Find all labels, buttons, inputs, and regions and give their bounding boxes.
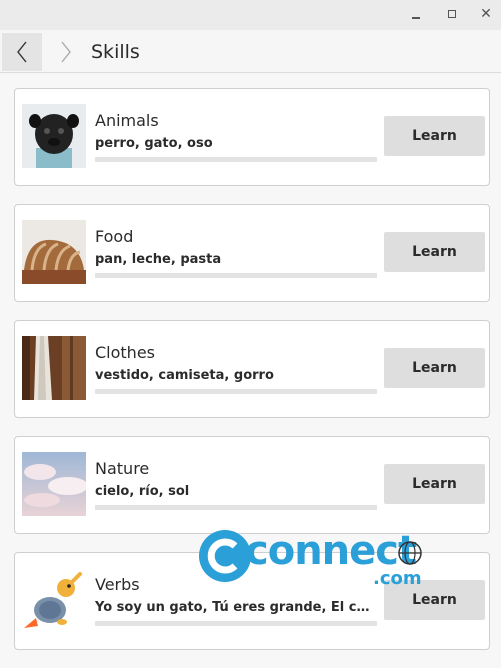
skill-name: Nature xyxy=(95,459,150,478)
skill-words: perro, gato, oso xyxy=(95,136,213,151)
skill-card-food: Food pan, leche, pasta Learn xyxy=(14,204,490,302)
chevron-right-icon xyxy=(61,41,71,63)
close-button[interactable]: ✕ xyxy=(472,0,500,28)
skill-card-animals: Animals perro, gato, oso Learn xyxy=(14,88,490,186)
minimize-icon xyxy=(412,17,420,19)
skill-progress-bar xyxy=(95,273,377,278)
learn-button-nature[interactable]: Learn xyxy=(384,464,485,504)
dress-on-wooden-door-photo xyxy=(22,336,86,400)
forward-button[interactable] xyxy=(46,33,86,71)
sliced-bread-photo xyxy=(22,220,86,284)
learn-button-animals[interactable]: Learn xyxy=(384,116,485,156)
back-button[interactable] xyxy=(2,33,42,71)
skill-progress-bar xyxy=(95,389,377,394)
pug-dog-photo xyxy=(22,104,86,168)
skill-progress-bar xyxy=(95,621,377,626)
turtle-rocket-cartoon xyxy=(22,568,86,632)
skill-name: Verbs xyxy=(95,575,140,594)
skills-list: Animals perro, gato, oso Learn Food pan,… xyxy=(14,88,492,668)
chevron-left-icon xyxy=(17,41,27,63)
maximize-icon xyxy=(448,10,456,18)
skill-progress-bar xyxy=(95,505,377,510)
minimize-button[interactable] xyxy=(402,0,430,28)
skill-card-nature: Nature cielo, río, sol Learn xyxy=(14,436,490,534)
skill-words: cielo, río, sol xyxy=(95,484,190,499)
skill-name: Animals xyxy=(95,111,159,130)
skill-progress-bar xyxy=(95,157,377,162)
close-icon: ✕ xyxy=(480,6,492,22)
learn-button-verbs[interactable]: Learn xyxy=(384,580,485,620)
skill-card-clothes: Clothes vestido, camiseta, gorro Learn xyxy=(14,320,490,418)
skill-card-verbs: Verbs Yo soy un gato, Tú eres grande, El… xyxy=(14,552,490,650)
header-bar: Skills xyxy=(0,30,501,73)
learn-button-clothes[interactable]: Learn xyxy=(384,348,485,388)
page-title: Skills xyxy=(91,41,140,63)
skill-name: Clothes xyxy=(95,343,155,362)
skill-name: Food xyxy=(95,227,134,246)
window-titlebar: ✕ xyxy=(0,0,501,30)
skill-words: Yo soy un gato, Tú eres grande, El cabal… xyxy=(95,600,377,615)
learn-button-food[interactable]: Learn xyxy=(384,232,485,272)
cloudy-sky-photo xyxy=(22,452,86,516)
maximize-button[interactable] xyxy=(438,0,466,28)
skill-words: pan, leche, pasta xyxy=(95,252,222,267)
skill-words: vestido, camiseta, gorro xyxy=(95,368,274,383)
